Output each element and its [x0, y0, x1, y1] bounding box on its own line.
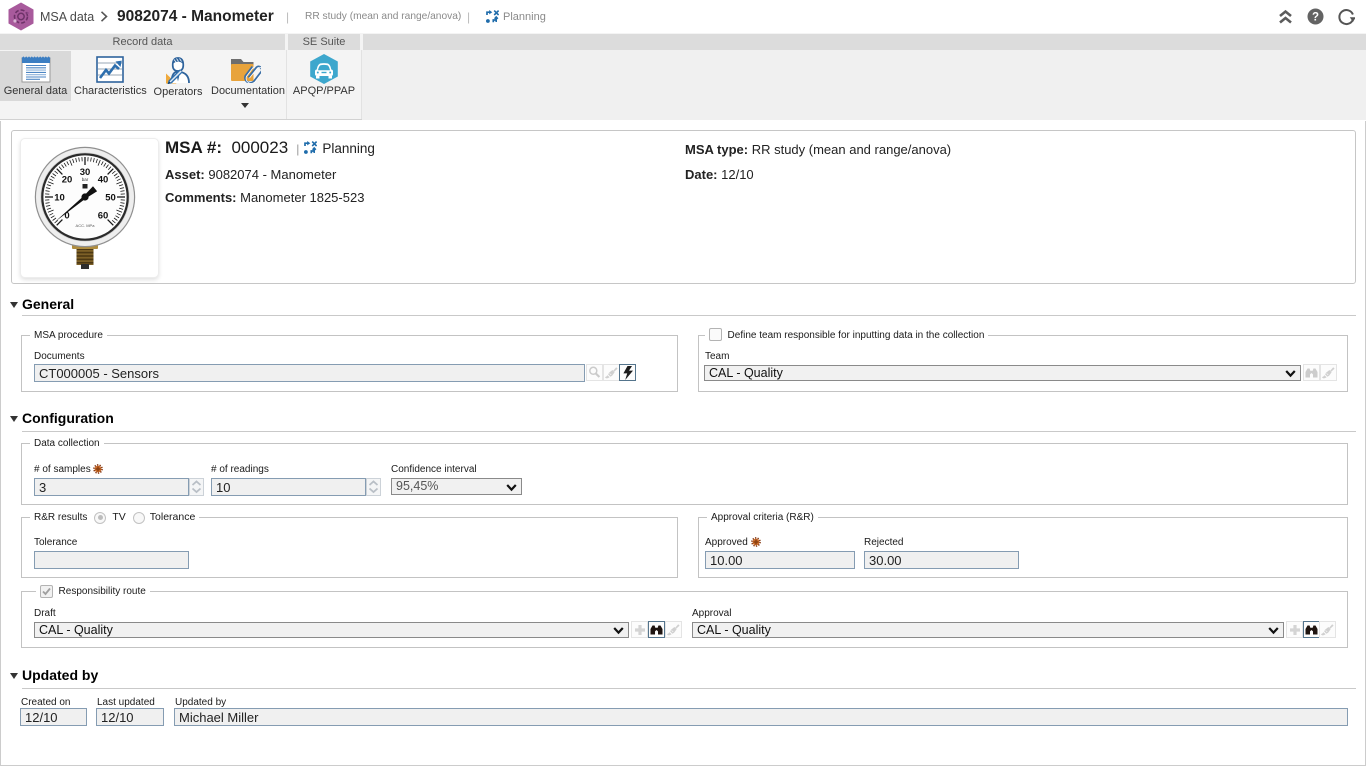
svg-text:bar: bar [82, 177, 89, 182]
svg-text:?: ? [1312, 12, 1319, 24]
svg-text:ACC. MPa: ACC. MPa [76, 223, 96, 228]
svg-text:40: 40 [98, 174, 109, 185]
svg-text:10: 10 [54, 192, 65, 203]
svg-text:60: 60 [98, 210, 109, 221]
svg-text:20: 20 [62, 174, 73, 185]
svg-text:50: 50 [105, 192, 116, 203]
